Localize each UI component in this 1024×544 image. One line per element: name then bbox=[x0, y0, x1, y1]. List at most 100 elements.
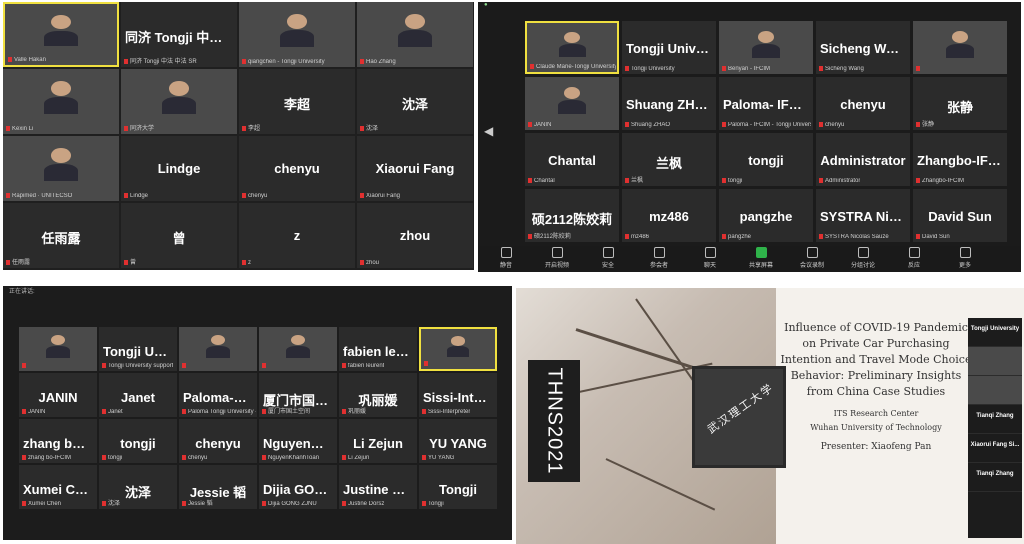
slide-presenter: Presenter: Xiaofeng Pan bbox=[820, 442, 932, 452]
panel2-tile[interactable]: David Sun David Sun bbox=[913, 189, 1007, 242]
participant-name-label: YU YANG bbox=[422, 454, 454, 461]
participant-name-label: mz486 bbox=[625, 233, 649, 240]
panel3-tile[interactable]: chenyu chenyu bbox=[179, 419, 257, 463]
panel3-tile[interactable]: Tongji Tongji bbox=[419, 465, 497, 509]
panel2-tile[interactable]: Claude Marie-Tongji University bbox=[525, 21, 619, 74]
toolbar-button[interactable]: 分组讨论 bbox=[843, 247, 883, 269]
panel2-tile[interactable]: 兰枫 兰枫 bbox=[622, 133, 716, 186]
panel2-tile[interactable]: Benyan - IFCIM bbox=[719, 21, 813, 74]
participant-display-name: Sicheng Wang bbox=[820, 41, 910, 57]
toolbar-button[interactable]: 聊天 bbox=[690, 247, 730, 269]
participant-name-label: 同济大学 bbox=[124, 123, 154, 132]
panel2-tile[interactable]: SYSTRA Nicolas... SYSTRA Nicolas Sauzé bbox=[816, 189, 910, 242]
muted-mic-icon bbox=[262, 408, 266, 414]
panel1-tile[interactable]: Kexin Li bbox=[3, 69, 119, 134]
muted-mic-icon bbox=[819, 65, 823, 71]
panel1-tile[interactable]: zz bbox=[239, 203, 355, 268]
panel1-tile[interactable]: zhou zhou bbox=[357, 203, 473, 268]
side-participant-tile[interactable]: Tianqi Zhang bbox=[968, 463, 1022, 492]
panel1-tile[interactable]: Rapimed · UNITECSO bbox=[3, 136, 119, 201]
panel3-tile[interactable] bbox=[179, 327, 257, 371]
panel2-tile[interactable]: Tongji University Tongji University bbox=[622, 21, 716, 74]
muted-mic-icon bbox=[342, 500, 346, 506]
participant-display-name: 李超 bbox=[283, 96, 310, 112]
panel2-tile[interactable]: chenyu chenyu bbox=[816, 77, 910, 130]
panel2-tile[interactable]: 硕2112陈姣莉 硕2112陈姣莉 bbox=[525, 189, 619, 242]
panel3-tile[interactable]: Xumei Chen Xumei Chen bbox=[19, 465, 97, 509]
panel2-tile[interactable]: 张静 张静 bbox=[913, 77, 1007, 130]
panel3-tile[interactable]: 沈泽 沈泽 bbox=[99, 465, 177, 509]
panel3-tile[interactable]: 厦门市国土空间...厦门市国土空间 bbox=[259, 373, 337, 417]
muted-mic-icon bbox=[422, 408, 426, 414]
panel1-tile[interactable]: Xiaorui Fang Xiaorui Fang bbox=[357, 136, 473, 201]
panel3-tile[interactable] bbox=[419, 327, 497, 371]
side-participant-tile[interactable]: Tongji University bbox=[968, 318, 1022, 347]
panel3-tile[interactable]: Paloma-Tongji... Paloma Tongji University… bbox=[179, 373, 257, 417]
panel1-tile[interactable]: qiangchen - Tongji University bbox=[239, 2, 355, 67]
panel2-tile[interactable]: Chantal Chantal bbox=[525, 133, 619, 186]
panel1-tile[interactable]: Hao Zhang bbox=[357, 2, 473, 67]
panel3-tile[interactable]: Justine Dorsz Justine Dorsz bbox=[339, 465, 417, 509]
side-participant-tile[interactable] bbox=[968, 376, 1022, 405]
panel2-tile[interactable]: mz486 mz486 bbox=[622, 189, 716, 242]
toolbar-button[interactable]: 会议录制 bbox=[792, 247, 832, 269]
toolbar-button[interactable]: 反应 bbox=[894, 247, 934, 269]
toolbar-button[interactable]: 开启视频 bbox=[537, 247, 577, 269]
panel2-tile[interactable]: tongji tongji bbox=[719, 133, 813, 186]
panel3-tile[interactable]: Sissi-Interpreter Sissi-Interpreter bbox=[419, 373, 497, 417]
panel3-tile[interactable] bbox=[259, 327, 337, 371]
panel2-tile[interactable] bbox=[913, 21, 1007, 74]
side-participant-tile[interactable] bbox=[968, 347, 1022, 376]
panel2-tile[interactable]: Sicheng Wang Sicheng Wang bbox=[816, 21, 910, 74]
participant-name-label: 兰枫 bbox=[625, 175, 643, 184]
toolbar-button[interactable]: 更多 bbox=[945, 247, 985, 269]
muted-mic-icon bbox=[182, 500, 186, 506]
participant-display-name: 沈泽 bbox=[401, 96, 428, 112]
panel3-tile[interactable]: zhang bo-IFCIM zhang bo-IFCIM bbox=[19, 419, 97, 463]
prev-page-arrow[interactable]: ◀ bbox=[484, 124, 493, 138]
participant-name-label: chenyu bbox=[182, 454, 207, 461]
panel3-tile[interactable]: YU YANG YU YANG bbox=[419, 419, 497, 463]
participant-name-label: Xiaorui Fang bbox=[360, 192, 400, 199]
panel1-tile[interactable]: 沈泽 沈泽 bbox=[357, 69, 473, 134]
panel3-tile[interactable]: fabien leurent fabien leurent bbox=[339, 327, 417, 371]
panel1-tile[interactable]: chenyu chenyu bbox=[239, 136, 355, 201]
participant-video bbox=[43, 80, 79, 115]
panel3-tile[interactable]: Dijia GONG ZJNU Dijia GONG ZJNU bbox=[259, 465, 337, 509]
panel2-tile[interactable]: pangzhe pangzhe bbox=[719, 189, 813, 242]
panel1-tile[interactable]: 李超 李超 bbox=[239, 69, 355, 134]
toolbar-button[interactable]: 参会者 bbox=[639, 247, 679, 269]
participant-video bbox=[945, 30, 975, 59]
muted-mic-icon bbox=[422, 500, 426, 506]
participant-display-name: 兰枫 bbox=[655, 156, 682, 172]
panel1-tile[interactable]: Valle Hakan bbox=[3, 2, 119, 67]
panel2-tile[interactable]: Shuang ZHAO Shuang ZHAO bbox=[622, 77, 716, 130]
panel3-tile[interactable]: Jessie 韬 Jessie 韬 bbox=[179, 465, 257, 509]
panel3-tile[interactable]: NguyenKhanhT... NguyenKhanhToan bbox=[259, 419, 337, 463]
panel1-tile[interactable]: 曾曾 bbox=[121, 203, 237, 268]
participant-display-name: z bbox=[293, 227, 301, 243]
panel3-tile[interactable]: Li Zejun Li Zejun bbox=[339, 419, 417, 463]
side-participant-tile[interactable]: Tianqi Zhang bbox=[968, 405, 1022, 434]
participant-display-name: tongji bbox=[748, 153, 784, 169]
toolbar-button[interactable]: 共享屏幕 bbox=[741, 247, 781, 269]
toolbar-button[interactable]: 静音 bbox=[486, 247, 526, 269]
side-participant-tile[interactable]: Xiaorui Fang Si... bbox=[968, 434, 1022, 463]
panel3-tile[interactable]: Janet Janet bbox=[99, 373, 177, 417]
panel3-tile[interactable]: Tongji Universit... Tongji University sup… bbox=[99, 327, 177, 371]
panel1-tile[interactable]: 同济 Tongji 中法... 同济 Tongji 中法 中法 SR bbox=[121, 2, 237, 67]
panel3-tile[interactable] bbox=[19, 327, 97, 371]
panel2-tile[interactable]: Zhangbo-IFCIM Zhangbo-IFCIM bbox=[913, 133, 1007, 186]
participant-display-name: NguyenKhanhT... bbox=[263, 435, 337, 451]
panel3-tile[interactable]: tongji tongji bbox=[99, 419, 177, 463]
panel3-tile[interactable]: 巩丽媛 巩丽媛 bbox=[339, 373, 417, 417]
panel3-tile[interactable]: JANIN JANIN bbox=[19, 373, 97, 417]
participant-display-name: Zhangbo-IFCIM bbox=[917, 153, 1007, 169]
panel2-tile[interactable]: Administrator Administrator bbox=[816, 133, 910, 186]
panel1-tile[interactable]: 同济大学 bbox=[121, 69, 237, 134]
panel2-tile[interactable]: JANIN bbox=[525, 77, 619, 130]
toolbar-button[interactable]: 安全 bbox=[588, 247, 628, 269]
panel1-tile[interactable]: Lindge Lindge bbox=[121, 136, 237, 201]
panel2-tile[interactable]: Paloma- IFCIM-... Paloma - IFCIM - Tongji… bbox=[719, 77, 813, 130]
panel1-tile[interactable]: 任雨露 任雨露 bbox=[3, 203, 119, 268]
